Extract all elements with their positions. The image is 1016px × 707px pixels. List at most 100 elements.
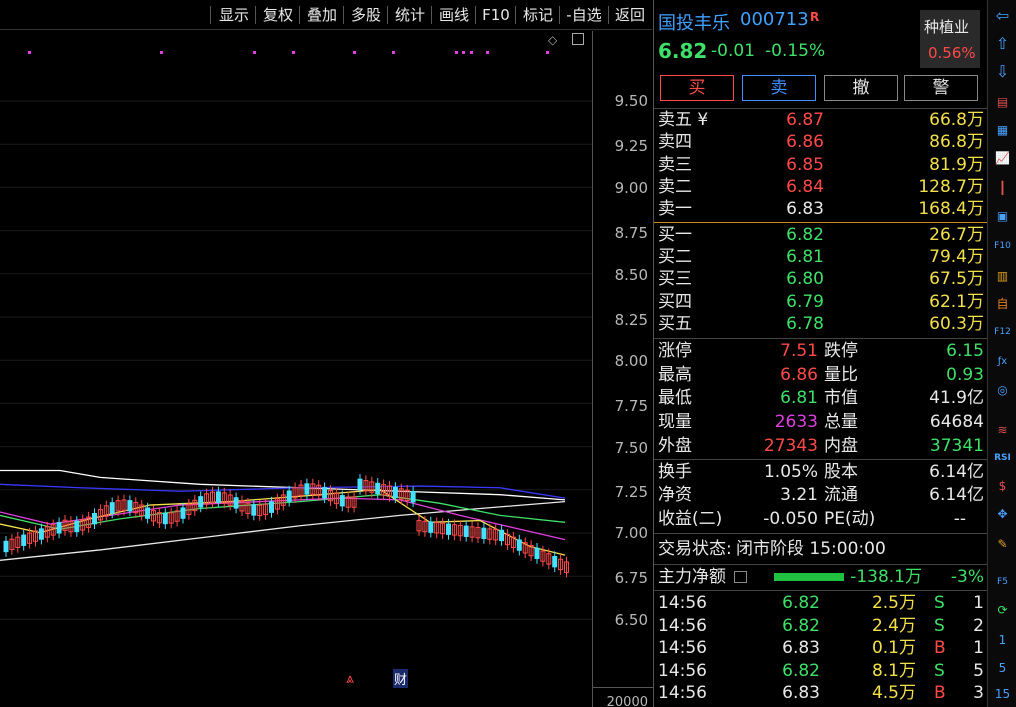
f5-icon[interactable]: F5 [992, 572, 1013, 592]
toolbar-back[interactable]: 返回 [611, 4, 649, 26]
tick-volume: 4.5万 [871, 683, 916, 703]
candle-body [392, 486, 398, 499]
toolbar-adjust[interactable]: 复权 [258, 4, 298, 26]
pen-icon[interactable]: ✎ [992, 534, 1013, 554]
candle-body [286, 490, 292, 502]
list-icon[interactable] [734, 571, 747, 583]
limit-down-value: 6.15 [946, 341, 984, 361]
bid-row[interactable]: 买二 6.81 79.4万 [658, 246, 984, 268]
info-icon[interactable]: ▥ [992, 266, 1013, 286]
tick-count: 1 [973, 638, 984, 658]
f10-icon[interactable]: F10 [992, 236, 1013, 256]
bid-row[interactable]: 买五 6.78 60.3万 [658, 313, 984, 335]
event-marker [470, 51, 473, 54]
self-icon[interactable]: 自 [992, 294, 1013, 314]
chart-toolbar: 显示 复权 叠加 多股 统计 画线 F10 标记 -自选 返回 [0, 0, 652, 30]
toolbar-mark[interactable]: 标记 [518, 4, 558, 26]
bid-row[interactable]: 买四 6.79 62.1万 [658, 291, 984, 313]
divider [387, 6, 388, 24]
candle-body [215, 491, 221, 503]
ask-row[interactable]: 卖五 ¥ 6.87 66.8万 [658, 109, 984, 131]
capital-flow[interactable]: 主力净额 -138.1万 -3% [658, 566, 984, 588]
divider [475, 6, 476, 24]
toolbar-stats[interactable]: 统计 [390, 4, 430, 26]
stat-row: 收益(二) -0.050 PE(动) -- [658, 508, 984, 530]
toolbar-multi[interactable]: 多股 [346, 4, 386, 26]
candle-body [145, 507, 151, 519]
toolbar-draw[interactable]: 画线 [434, 4, 474, 26]
candle-body [304, 483, 310, 495]
bid-volume: 60.3万 [929, 314, 984, 334]
bid-volume: 62.1万 [929, 292, 984, 312]
chart-collapse-icon[interactable]: ◇ [548, 33, 557, 47]
pe-value: -- [953, 509, 966, 529]
kline-icon[interactable]: ┃ [992, 178, 1013, 198]
fx-icon[interactable]: ƒx [992, 352, 1013, 372]
ask-price: 6.85 [786, 155, 824, 175]
ask-row[interactable]: 卖四 6.86 86.8万 [658, 131, 984, 153]
ask-row[interactable]: 卖一 6.83 168.4万 [658, 198, 984, 220]
tick-count: 1 [973, 593, 984, 613]
stat-row: 最高 6.86 量比 0.93 [658, 364, 984, 386]
up-icon[interactable]: ⇧ [992, 34, 1013, 54]
tick-volume: 8.1万 [871, 661, 916, 681]
ask-row[interactable]: 卖三 6.85 81.9万 [658, 154, 984, 176]
bid-row[interactable]: 买一 6.82 26.7万 [658, 224, 984, 246]
event-marker [292, 51, 295, 54]
ask-price: 6.86 [786, 132, 824, 152]
period-15[interactable]: 15 [992, 684, 1013, 704]
alert-button[interactable]: 警 [904, 75, 978, 101]
toolbar-overlay[interactable]: 叠加 [302, 4, 342, 26]
buy-button[interactable]: 买 [660, 75, 734, 101]
equity-value: 6.14亿 [929, 462, 984, 482]
divider [654, 590, 988, 591]
turnover-value: 1.05% [763, 462, 818, 482]
report-icon[interactable]: ▤ [992, 92, 1013, 112]
ask-volume: 168.4万 [918, 199, 984, 219]
event-arrow-icon[interactable]: ⩓ [346, 671, 354, 687]
grid-icon[interactable]: ▦ [992, 120, 1013, 140]
refresh-icon[interactable]: ⟳ [992, 600, 1013, 620]
toolbar-watchlist[interactable]: -自选 [562, 4, 606, 26]
price-axis: 9.50 9.25 9.00 8.75 8.50 8.25 8.00 7.75 … [592, 31, 653, 707]
down-icon[interactable]: ⇩ [992, 62, 1013, 82]
stat-row: 涨停 7.51 跌停 6.15 [658, 340, 984, 362]
candle-body [38, 528, 44, 540]
candle-body [446, 523, 451, 535]
tick-side: S [934, 616, 945, 636]
wave-icon[interactable]: ≋ [992, 420, 1013, 440]
dollar-icon[interactable]: $ [992, 476, 1013, 496]
candle-body [3, 540, 9, 553]
ask-row[interactable]: 卖二 6.84 128.7万 [658, 176, 984, 198]
trend-icon[interactable]: 📈 [992, 148, 1013, 168]
y-tick: 7.50 [614, 439, 648, 457]
f12-icon[interactable]: F12 [992, 322, 1013, 342]
toolbar-f10[interactable]: F10 [478, 4, 514, 26]
back-icon[interactable]: ⇦ [992, 6, 1013, 26]
event-finance-icon[interactable]: 财 [393, 669, 409, 688]
tick-side: S [934, 661, 945, 681]
event-marker [486, 51, 489, 54]
candle-body [180, 507, 186, 519]
rsi-icon[interactable]: RSI [992, 448, 1013, 468]
bid-row[interactable]: 买三 6.80 67.5万 [658, 268, 984, 290]
y-tick: 7.00 [614, 524, 648, 542]
float-value: 6.14亿 [929, 485, 984, 505]
news-icon[interactable]: ▣ [992, 206, 1013, 226]
kline-chart[interactable]: ◇ ⩓ 财 [0, 31, 592, 707]
y-tick: 7.25 [614, 483, 648, 501]
y-tick: 9.25 [614, 137, 648, 155]
candle-body [410, 491, 416, 503]
toolbar-display[interactable]: 显示 [214, 4, 254, 26]
sector-card[interactable]: 种植业 0.56% [920, 10, 980, 68]
cancel-button[interactable]: 撤 [824, 75, 898, 101]
move-icon[interactable]: ✥ [992, 504, 1013, 524]
candle-body [233, 497, 239, 509]
tick-side: B [934, 683, 946, 703]
sell-button[interactable]: 卖 [742, 75, 816, 101]
period-1[interactable]: 1 [992, 630, 1013, 650]
chart-window-icon[interactable] [572, 33, 584, 45]
circle-icon[interactable]: ◎ [992, 380, 1013, 400]
event-marker [392, 51, 395, 54]
period-5[interactable]: 5 [992, 658, 1013, 678]
